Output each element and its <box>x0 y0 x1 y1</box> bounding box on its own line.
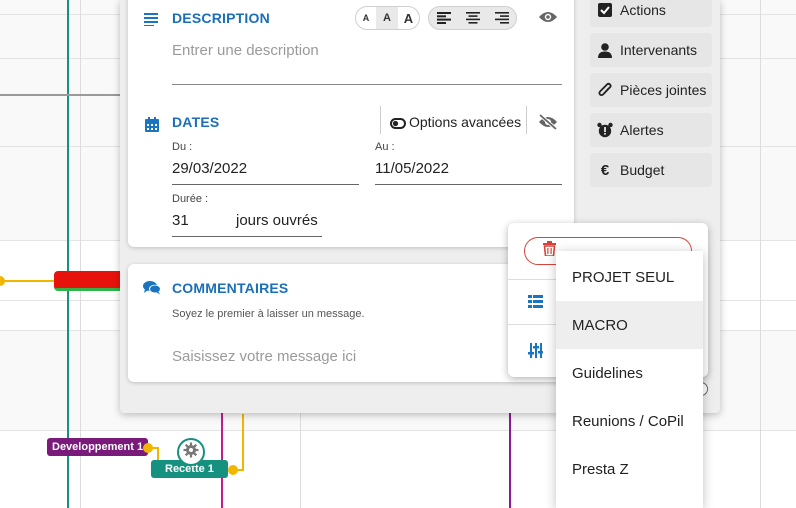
end-date-input[interactable]: 11/05/2022 <box>375 160 449 177</box>
dropdown-item[interactable]: PROJET SEUL <box>556 253 703 301</box>
font-size-group: A A A <box>355 6 420 30</box>
toggle-icon[interactable] <box>390 116 406 134</box>
description-underline <box>172 84 562 85</box>
dates-title: DATES <box>172 114 220 130</box>
today-line <box>67 0 69 508</box>
user-icon <box>590 42 620 58</box>
duration-unit: jours ouvrés <box>236 212 318 229</box>
duration-input[interactable]: 31 <box>172 212 189 229</box>
alarm-clock-icon <box>590 122 620 138</box>
eye-slash-icon[interactable] <box>538 113 558 135</box>
checkbox-icon <box>590 3 620 17</box>
align-center-icon[interactable] <box>458 7 487 29</box>
description-title: DESCRIPTION <box>172 10 270 26</box>
sidebar-item-label: Intervenants <box>620 42 698 58</box>
dependency-link <box>157 447 159 461</box>
calendar-icon <box>145 117 161 133</box>
list-lines-icon <box>144 12 160 28</box>
gantt-track <box>0 94 130 96</box>
advanced-options-toggle[interactable]: Options avancées <box>409 114 521 130</box>
dropdown-item[interactable]: Reunions / CoPil <box>556 397 703 445</box>
dropdown-item[interactable]: Presta Z <box>556 445 703 493</box>
sidebar-item-label: Pièces jointes <box>620 82 707 98</box>
duration-underline <box>172 236 322 237</box>
project-dropdown: PROJET SEUL MACRO Guidelines Reunions / … <box>556 251 703 508</box>
description-dates-card: DESCRIPTION A A A Entrer une description <box>128 0 574 247</box>
gantt-column-line <box>760 0 761 508</box>
sliders-icon[interactable] <box>528 343 543 363</box>
comment-input[interactable]: Saisissez votre message ici <box>172 348 356 365</box>
sidebar-item-label: Alertes <box>620 122 664 138</box>
sidebar-item-label: Budget <box>620 162 665 178</box>
divider <box>380 106 381 134</box>
font-size-large-button[interactable]: A <box>398 7 419 29</box>
eye-icon[interactable] <box>538 10 558 29</box>
dropdown-item[interactable]: Guidelines <box>556 349 703 397</box>
comments-title: COMMENTAIRES <box>172 280 289 296</box>
task-settings-button[interactable] <box>177 438 205 466</box>
align-right-icon[interactable] <box>487 7 516 29</box>
sidebar-item-intervenants[interactable]: Intervenants <box>590 33 712 67</box>
dependency-link <box>0 280 56 282</box>
start-date-underline <box>172 184 359 185</box>
euro-icon: € <box>600 161 610 179</box>
divider <box>508 324 556 325</box>
dependency-link <box>242 414 244 471</box>
font-size-medium-button[interactable]: A <box>376 7 398 29</box>
comments-icon <box>143 280 161 296</box>
task-developpement-1[interactable]: Developpement 1 <box>47 438 149 456</box>
gantt-column-line <box>80 0 81 508</box>
sidebar-item-budget[interactable]: € Budget <box>590 153 712 187</box>
paperclip-icon <box>590 82 620 98</box>
dropdown-item[interactable]: MACRO <box>556 301 703 349</box>
sidebar-item-alertes[interactable]: Alertes <box>590 113 712 147</box>
text-align-group <box>428 6 517 30</box>
comments-hint: Soyez le premier à laisser un message. <box>172 308 365 320</box>
link-handle[interactable] <box>0 276 5 286</box>
sidebar-item-label: Actions <box>620 2 666 18</box>
end-date-underline <box>375 184 562 185</box>
description-input[interactable]: Entrer une description <box>172 42 319 59</box>
start-date-input[interactable]: 29/03/2022 <box>172 160 247 177</box>
start-date-label: Du : <box>172 141 193 153</box>
divider <box>508 279 556 280</box>
align-left-icon[interactable] <box>429 7 458 29</box>
gear-icon <box>183 442 199 463</box>
end-date-label: Au : <box>375 141 395 153</box>
trash-icon <box>543 241 556 261</box>
font-size-small-button[interactable]: A <box>356 7 376 29</box>
divider <box>526 106 527 134</box>
list-view-icon[interactable] <box>528 295 543 313</box>
sidebar-item-pieces-jointes[interactable]: Pièces jointes <box>590 73 712 107</box>
sidebar-item-actions[interactable]: Actions <box>590 0 712 27</box>
duration-label: Durée : <box>172 193 209 205</box>
